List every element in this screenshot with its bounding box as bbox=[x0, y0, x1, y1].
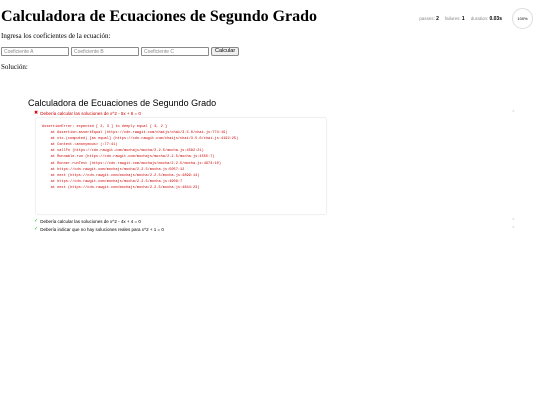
test-item-fail[interactable]: ✖ Debería calcular las soluciones de x^2… bbox=[34, 110, 141, 116]
check-icon: ✓ bbox=[34, 226, 39, 232]
duration-stat: duration: 0.03s bbox=[471, 16, 502, 22]
duration-label: duration: bbox=[470, 15, 489, 21]
page-title: Calculadora de Ecuaciones de Segundo Gra… bbox=[1, 8, 318, 25]
passes-label: passes: bbox=[419, 15, 435, 21]
error-stack-box: AssertionError: expected [ 2, 3 ] to dee… bbox=[36, 118, 326, 214]
test-title: Debería indicar que no hay soluciones re… bbox=[40, 226, 164, 232]
mocha-stats: passes: 2 failures: 1 duration: 0.03s 10… bbox=[419, 8, 533, 29]
duration-value: 0.03s bbox=[489, 15, 502, 22]
test-item-pass[interactable]: ✓ Debería calcular las soluciones de x^2… bbox=[34, 218, 141, 224]
coefficient-form: Calcular bbox=[1, 47, 240, 56]
progress-ring: 100% bbox=[512, 8, 533, 29]
coefficient-a-input[interactable] bbox=[1, 47, 69, 56]
failures-stat[interactable]: failures: 1 bbox=[445, 16, 465, 22]
instructions-text: Ingresa los coeficientes de la ecuación: bbox=[1, 32, 111, 40]
failures-label: failures: bbox=[444, 15, 461, 21]
error-stack-text: AssertionError: expected [ 2, 3 ] to dee… bbox=[42, 125, 239, 190]
passes-count: 2 bbox=[436, 15, 439, 22]
coefficient-b-input[interactable] bbox=[71, 47, 139, 56]
suite-title[interactable]: Calculadora de Ecuaciones de Segundo Gra… bbox=[28, 98, 216, 108]
replay-icon[interactable]: ‣ bbox=[512, 217, 515, 223]
progress-text: 100% bbox=[517, 16, 528, 21]
failures-count: 1 bbox=[461, 15, 465, 22]
coefficient-c-input[interactable] bbox=[141, 47, 209, 56]
replay-icon[interactable]: ‣ bbox=[512, 225, 515, 231]
solution-label: Solución: bbox=[1, 63, 28, 71]
test-title: Debería calcular las soluciones de x^2 -… bbox=[40, 218, 141, 224]
test-title: Debería calcular las soluciones de x^2 -… bbox=[40, 110, 141, 116]
fail-icon: ✖ bbox=[34, 110, 39, 116]
test-item-pass[interactable]: ✓ Debería indicar que no hay soluciones … bbox=[34, 226, 164, 232]
calculate-button[interactable]: Calcular bbox=[211, 47, 240, 56]
replay-icon[interactable]: ‣ bbox=[512, 109, 515, 115]
check-icon: ✓ bbox=[34, 218, 39, 224]
passes-stat[interactable]: passes: 2 bbox=[419, 16, 439, 22]
